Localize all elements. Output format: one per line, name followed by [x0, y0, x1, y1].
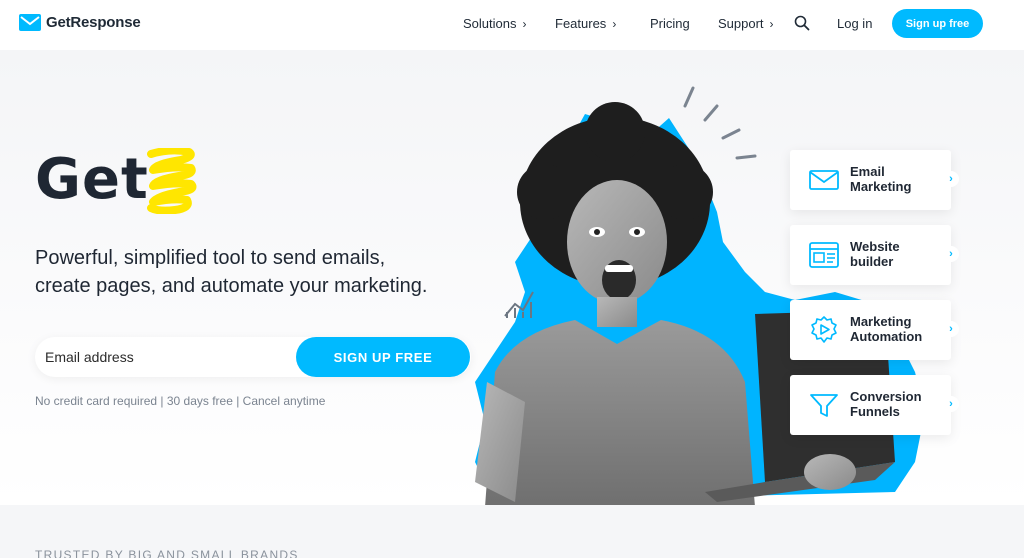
feature-label-line2: Marketing — [850, 179, 912, 194]
nav-solutions-label: Solutions — [463, 16, 517, 31]
nav-support[interactable]: Support › — [718, 16, 774, 31]
chevron-right-icon[interactable]: › — [943, 171, 959, 187]
feature-card-label: Email Marketing — [850, 164, 942, 194]
logo-envelope-icon — [19, 14, 41, 31]
gear-play-icon — [811, 316, 837, 343]
yellow-scribble-icon — [147, 148, 197, 214]
logo-text: GetResponse — [46, 14, 141, 31]
feature-card-label: Conversion Funnels — [850, 389, 942, 419]
top-nav: GetResponse Solutions › Features › Prici… — [0, 0, 1024, 50]
envelope-icon — [809, 170, 839, 190]
fine-print: No credit card required | 30 days free |… — [35, 394, 326, 408]
feature-label-line2: Funnels — [850, 404, 900, 419]
hero-subtitle-line1: Powerful, simplified tool to send emails… — [35, 247, 386, 269]
feature-card-label: Marketing Automation — [850, 314, 942, 344]
feature-label-line2: Automation — [850, 329, 923, 344]
nav-solutions[interactable]: Solutions › — [463, 16, 526, 31]
chevron-right-icon: › — [612, 16, 617, 31]
nav-support-label: Support — [718, 16, 764, 31]
nav-pricing-label: Pricing — [650, 16, 690, 31]
nav-features[interactable]: Features › — [555, 16, 616, 31]
feature-label-line1: Email — [850, 164, 885, 179]
email-input[interactable] — [35, 337, 295, 377]
feature-card-website-builder[interactable]: Website builder — [790, 225, 951, 285]
feature-card-label: Website builder — [850, 239, 942, 269]
chevron-right-icon: › — [522, 16, 527, 31]
feature-card-conversion-funnels[interactable]: Conversion Funnels — [790, 375, 951, 435]
hero-subtitle-line2: create pages, and automate your marketin… — [35, 275, 428, 297]
login-link[interactable]: Log in — [837, 16, 872, 31]
hero-title: Get — [35, 147, 149, 212]
chevron-right-icon[interactable]: › — [943, 321, 959, 337]
feature-label-line1: Conversion — [850, 389, 922, 404]
chevron-right-icon[interactable]: › — [943, 246, 959, 262]
signup-hero-button[interactable]: SIGN UP FREE — [296, 337, 470, 377]
nav-features-label: Features — [555, 16, 607, 31]
nav-pricing[interactable]: Pricing — [650, 16, 690, 31]
funnel-icon — [810, 394, 838, 417]
hero-woman-laptop-image — [475, 86, 925, 507]
feature-label-line2: builder — [850, 254, 894, 269]
signup-nav-button[interactable]: Sign up free — [892, 9, 983, 38]
feature-label-line1: Website — [850, 239, 900, 254]
feature-card-email-marketing[interactable]: Email Marketing — [790, 150, 951, 210]
trusted-heading: TRUSTED BY BIG AND SMALL BRANDS — [35, 548, 299, 558]
hero-subtitle: Powerful, simplified tool to send emails… — [35, 244, 495, 300]
chevron-right-icon[interactable]: › — [943, 396, 959, 412]
search-icon[interactable] — [794, 15, 810, 31]
getresponse-logo[interactable]: GetResponse — [19, 14, 141, 31]
feature-label-line1: Marketing — [850, 314, 912, 329]
browser-icon — [809, 242, 839, 268]
chevron-right-icon: › — [769, 16, 774, 31]
feature-card-marketing-automation[interactable]: Marketing Automation — [790, 300, 951, 360]
